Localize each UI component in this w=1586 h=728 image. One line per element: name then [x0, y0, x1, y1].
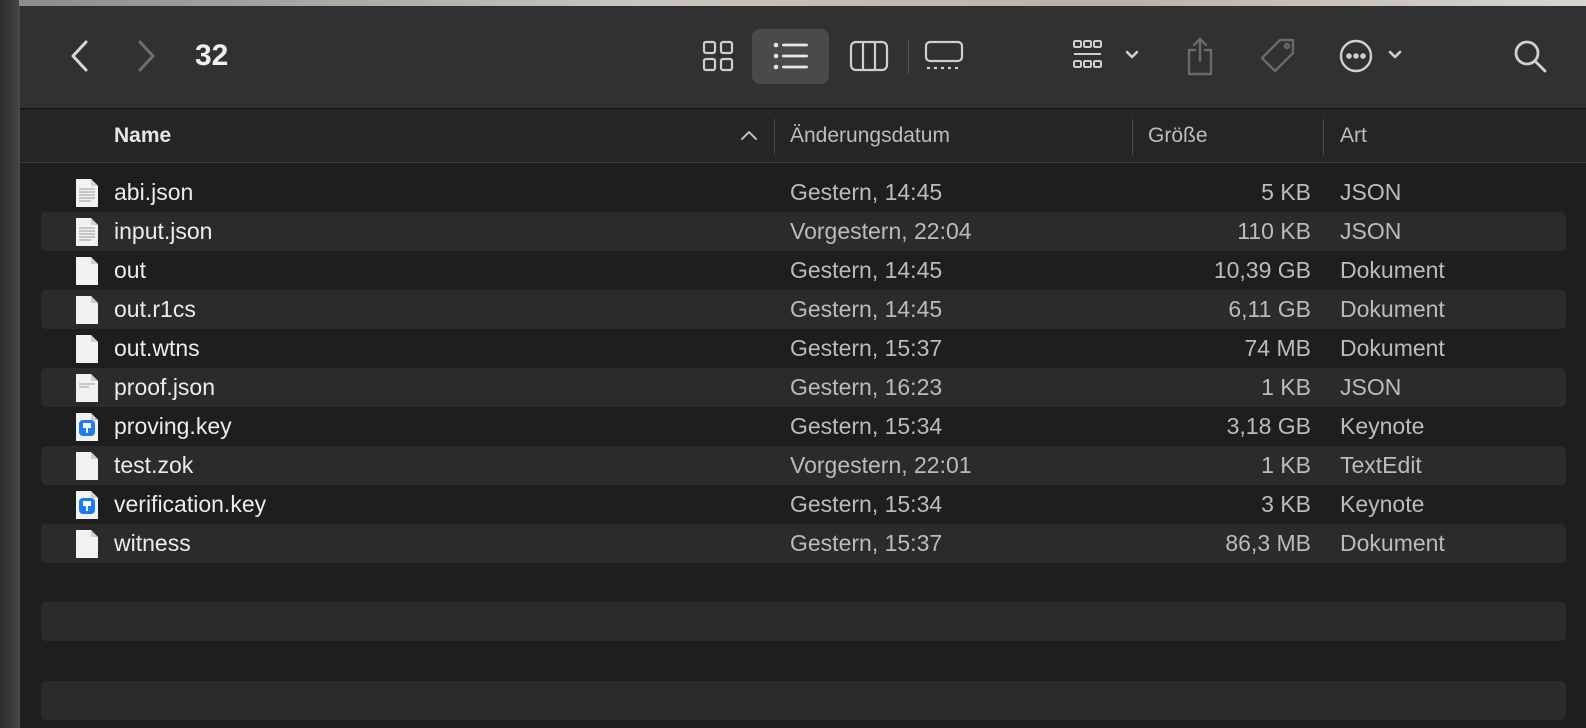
- sort-ascending-icon[interactable]: [740, 128, 758, 147]
- file-date: Gestern, 16:23: [790, 374, 943, 400]
- empty-row: [41, 602, 1566, 641]
- file-name: verification.key: [114, 491, 267, 517]
- toolbar-separator: [908, 40, 909, 74]
- column-divider[interactable]: [774, 119, 775, 155]
- column-header-name[interactable]: Name: [114, 109, 171, 162]
- file-kind: Dokument: [1340, 530, 1445, 556]
- file-date: Vorgestern, 22:01: [790, 452, 972, 478]
- file-name: out.r1cs: [114, 296, 196, 322]
- table-row[interactable]: out.r1cs Gestern, 14:45 6,11 GB Dokument: [41, 290, 1566, 329]
- column-header-size[interactable]: Größe: [1148, 109, 1208, 162]
- column-header-date[interactable]: Änderungsdatum: [790, 109, 950, 162]
- file-name: abi.json: [114, 179, 194, 205]
- column-divider[interactable]: [1132, 119, 1133, 155]
- column-view-icon[interactable]: [847, 36, 891, 76]
- table-row[interactable]: verification.key Gestern, 15:34 3 KB Key…: [41, 485, 1566, 524]
- file-name: proof.json: [114, 374, 216, 400]
- chevron-left-icon[interactable]: [60, 36, 100, 76]
- column-header-kind[interactable]: Art: [1340, 109, 1367, 162]
- file-size: 5 KB: [1261, 179, 1311, 205]
- file-date: Gestern, 15:34: [790, 413, 943, 439]
- empty-row: [41, 681, 1566, 720]
- file-kind: Dokument: [1340, 296, 1445, 322]
- file-size: 1 KB: [1261, 452, 1311, 478]
- file-name: witness: [114, 530, 191, 556]
- file-kind: JSON: [1340, 179, 1402, 205]
- file-kind: JSON: [1340, 218, 1402, 244]
- document-file-icon: [75, 256, 99, 291]
- json-file-icon: [75, 178, 99, 213]
- file-kind: Dokument: [1340, 257, 1445, 283]
- finder-window: 32 Name Änderungsdatum Größe Art abi.jso…: [19, 6, 1586, 728]
- group-icon[interactable]: [1068, 36, 1150, 76]
- file-name: input.json: [114, 218, 213, 244]
- more-icon[interactable]: [1338, 36, 1412, 76]
- document-file-icon: [75, 295, 99, 330]
- file-size: 1 KB: [1261, 374, 1311, 400]
- adjacent-window-edge: [0, 0, 19, 728]
- chevron-right-icon[interactable]: [126, 36, 166, 76]
- tag-icon[interactable]: [1256, 36, 1300, 76]
- file-size: 110 KB: [1237, 218, 1311, 244]
- file-date: Gestern, 15:37: [790, 335, 943, 361]
- file-size: 10,39 GB: [1213, 257, 1311, 283]
- table-row[interactable]: out Gestern, 14:45 10,39 GB Dokument: [41, 251, 1566, 290]
- gallery-view-icon[interactable]: [922, 36, 966, 76]
- table-row[interactable]: proving.key Gestern, 15:34 3,18 GB Keyno…: [41, 407, 1566, 446]
- list-view-icon[interactable]: [771, 36, 811, 76]
- file-size: 86,3 MB: [1225, 530, 1311, 556]
- document-file-icon: [75, 334, 99, 369]
- table-row[interactable]: input.json Vorgestern, 22:04 110 KB JSON: [41, 212, 1566, 251]
- document-file-icon: [75, 529, 99, 564]
- file-size: 74 MB: [1244, 335, 1311, 361]
- window-title: 32: [195, 39, 229, 72]
- json-file-icon: [75, 217, 99, 252]
- search-icon[interactable]: [1508, 36, 1552, 76]
- table-row[interactable]: test.zok Vorgestern, 22:01 1 KB TextEdit: [41, 446, 1566, 485]
- file-kind: Dokument: [1340, 335, 1445, 361]
- file-date: Gestern, 15:37: [790, 530, 943, 556]
- table-row[interactable]: proof.json Gestern, 16:23 1 KB JSON: [41, 368, 1566, 407]
- table-row[interactable]: abi.json Gestern, 14:45 5 KB JSON: [41, 173, 1566, 212]
- file-kind: Keynote: [1340, 491, 1425, 517]
- file-size: 3,18 GB: [1226, 413, 1311, 439]
- table-row[interactable]: out.wtns Gestern, 15:37 74 MB Dokument: [41, 329, 1566, 368]
- table-row[interactable]: witness Gestern, 15:37 86,3 MB Dokument: [41, 524, 1566, 563]
- file-date: Gestern, 14:45: [790, 257, 943, 283]
- file-name: test.zok: [114, 452, 194, 478]
- file-size: 3 KB: [1261, 491, 1311, 517]
- json-file-icon: [75, 373, 99, 408]
- file-kind: TextEdit: [1340, 452, 1422, 478]
- toolbar: 32: [20, 6, 1586, 109]
- document-file-icon: [75, 451, 99, 486]
- file-date: Gestern, 15:34: [790, 491, 943, 517]
- file-name: out: [114, 257, 146, 283]
- icon-view-icon[interactable]: [696, 36, 740, 76]
- file-kind: JSON: [1340, 374, 1402, 400]
- share-icon[interactable]: [1180, 34, 1220, 78]
- column-divider[interactable]: [1323, 119, 1324, 155]
- file-size: 6,11 GB: [1228, 296, 1311, 322]
- file-kind: Keynote: [1340, 413, 1425, 439]
- file-name: proving.key: [114, 413, 232, 439]
- column-header-bar: Name Änderungsdatum Größe Art: [20, 109, 1586, 163]
- file-date: Gestern, 14:45: [790, 296, 943, 322]
- keynote-file-icon: [75, 490, 99, 525]
- file-name: out.wtns: [114, 335, 200, 361]
- keynote-file-icon: [75, 412, 99, 447]
- file-date: Gestern, 14:45: [790, 179, 943, 205]
- file-date: Vorgestern, 22:04: [790, 218, 972, 244]
